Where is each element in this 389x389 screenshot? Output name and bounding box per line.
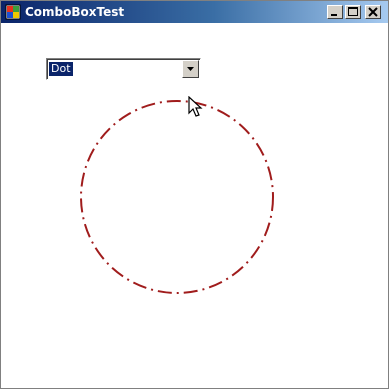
- window-title: ComboBoxTest: [25, 5, 125, 19]
- minimize-icon: [331, 14, 337, 16]
- window: ComboBoxTest Dot: [0, 0, 389, 389]
- maximize-button[interactable]: [345, 5, 361, 19]
- combobox-dropdown-button[interactable]: [182, 60, 199, 78]
- line-style-combobox[interactable]: Dot: [46, 58, 201, 80]
- minimize-button[interactable]: [327, 5, 343, 19]
- app-icon[interactable]: [5, 4, 21, 20]
- close-button[interactable]: [365, 5, 381, 19]
- chevron-down-icon: [187, 67, 194, 71]
- combobox-selected-value: Dot: [49, 62, 73, 76]
- maximize-icon: [348, 7, 358, 16]
- title-bar[interactable]: ComboBoxTest: [1, 1, 388, 23]
- mouse-cursor-icon: [188, 96, 203, 117]
- dash-dot-circle: [80, 100, 274, 294]
- close-icon: [368, 7, 378, 17]
- client-area: Dot: [1, 23, 388, 388]
